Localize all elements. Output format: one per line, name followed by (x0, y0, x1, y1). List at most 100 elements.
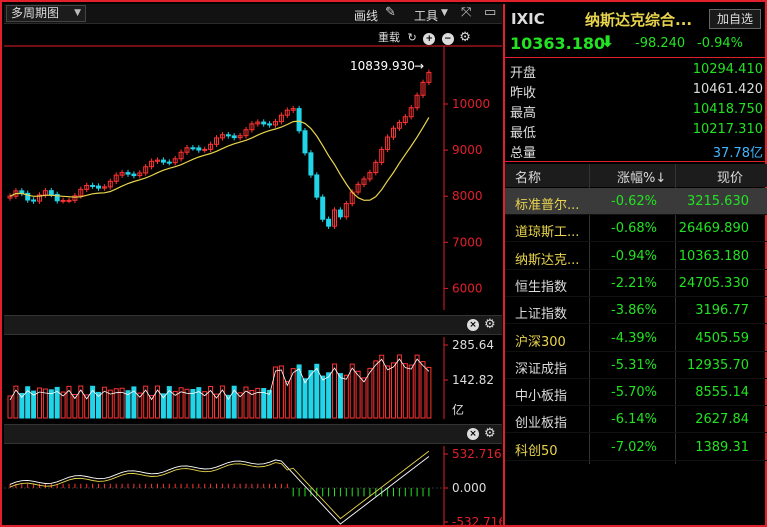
volume-gear-icon[interactable]: ⚙ (484, 317, 496, 332)
volume-bar (219, 385, 225, 419)
volume-y-axis: 285.64 142.82 亿 (444, 338, 494, 417)
price-change-pct: -0.94% (697, 36, 743, 51)
volume-bar (332, 363, 337, 419)
table-row[interactable]: 科创50 -7.02% 1389.31 (505, 434, 767, 461)
volume-bar (343, 374, 349, 419)
volume-bar (314, 363, 320, 419)
volume-bar (78, 385, 84, 419)
row-name: 深证成指 (515, 361, 568, 377)
volume-bar (320, 375, 326, 419)
candle-body (314, 174, 320, 198)
index-name: 纳斯达克综合... (585, 11, 693, 29)
table-row[interactable]: 沪深300 -4.39% 4505.59 (505, 325, 767, 352)
down-arrow-icon: ⬇ (601, 32, 615, 51)
candle-body (261, 121, 267, 125)
table-row[interactable]: 标准普尔... -0.62% 3215.630 (505, 188, 767, 215)
stat-value: 10217.310 (692, 122, 763, 137)
row-pct: -2.21% (611, 275, 657, 291)
volume-bar (326, 372, 332, 419)
stat-row: 总量 37.78亿 (505, 140, 767, 161)
stat-row: 最低 10217.310 (505, 120, 767, 141)
volume-bar (302, 378, 308, 419)
volume-bar (66, 385, 72, 419)
volume-bar (284, 381, 290, 419)
row-price: 10363.180 (678, 248, 749, 264)
row-name: 恒生指数 (515, 279, 568, 295)
row-price: 2627.84 (695, 412, 749, 428)
y-tick-label: -532.716 (452, 515, 502, 527)
macd-panel-header: × ⚙ (4, 424, 502, 444)
candle-body (308, 152, 314, 176)
col-header-price[interactable]: 现价 (717, 167, 743, 186)
volume-bar (308, 370, 314, 419)
table-row[interactable]: 中小板指 -5.70% 8555.14 (505, 379, 767, 407)
table-row[interactable]: 上证指数 -3.86% 3196.77 (505, 297, 767, 325)
row-pct: -4.39% (611, 330, 657, 346)
macd-dea-line (9, 450, 430, 520)
stat-row: 开盘 10294.410 (505, 60, 767, 81)
macd-y-axis: 532.716 0.000 -532.716 (444, 447, 502, 527)
y-tick-label: 10000 (452, 97, 490, 111)
row-price: 24705.330 (678, 275, 749, 291)
close-volume-icon[interactable]: × (467, 319, 479, 331)
stat-label: 开盘 (510, 66, 537, 81)
macd-gear-icon[interactable]: ⚙ (484, 426, 496, 441)
row-pct: -5.31% (611, 357, 657, 373)
table-row[interactable]: 恒生指数 -2.21% 24705.330 (505, 270, 767, 297)
y-tick-label: 6000 (452, 281, 483, 295)
col-header-name[interactable]: 名称 (515, 167, 541, 186)
y-tick-label: 532.716 (452, 447, 502, 461)
volume-bar (408, 364, 414, 419)
row-name: 道琼斯工... (515, 225, 580, 241)
candle-body (125, 172, 131, 175)
close-macd-icon[interactable]: × (467, 428, 479, 440)
candle-body (48, 190, 54, 195)
high-price-label: 10839.930 (350, 59, 415, 73)
candle-body (320, 196, 326, 220)
table-row[interactable]: 道琼斯工... -0.68% 26469.890 (505, 215, 767, 243)
row-price: 4505.59 (695, 330, 749, 346)
chart-area: 多周期图 ▼ 画线 ✎ 工具 ▼ ⤧ ▭ 重载 ↻ + − ⚙ 10000 900… (4, 4, 502, 527)
y-tick-label: 8000 (452, 189, 483, 203)
volume-bar (426, 366, 432, 419)
candle-body (166, 161, 172, 164)
candlestick-series (7, 69, 432, 229)
row-price: 3215.630 (686, 194, 749, 209)
y-tick-label: 7000 (452, 235, 483, 249)
moving-average-line (9, 117, 430, 201)
stat-label: 最高 (510, 106, 537, 121)
y-tick-label: 9000 (452, 143, 483, 157)
candle-body (202, 148, 208, 151)
table-row[interactable]: 深证成指 -5.31% 12935.70 (505, 352, 767, 379)
stat-row: 昨收 10461.420 (505, 80, 767, 101)
volume-bar (414, 354, 420, 419)
volume-bar (402, 363, 408, 419)
y-tick-label: 142.82 (452, 373, 494, 387)
stat-value: 10461.420 (692, 82, 763, 97)
volume-bar (349, 363, 355, 419)
main-y-axis: 10000 9000 8000 7000 6000 (444, 97, 490, 295)
candle-body (302, 130, 308, 154)
table-row[interactable]: 创业板指 -6.14% 2627.84 (505, 406, 767, 434)
volume-bar (391, 362, 396, 419)
table-row[interactable]: 纳斯达克... -0.94% 10363.180 (505, 243, 767, 270)
row-pct: -5.70% (611, 385, 657, 401)
volume-bar (361, 377, 367, 419)
stat-value: 37.78亿 (712, 146, 763, 161)
add-watchlist-button[interactable]: 加自选 (709, 9, 761, 29)
candle-body (326, 218, 332, 227)
row-pct: -0.94% (611, 248, 657, 264)
stat-value: 10294.410 (692, 62, 763, 77)
row-price: 1389.31 (695, 439, 749, 455)
volume-bar (273, 366, 278, 419)
row-name: 标准普尔... (515, 198, 580, 213)
macd-dif-line (9, 456, 430, 525)
index-code: IXIC (511, 10, 545, 28)
candle-body (96, 185, 101, 189)
row-pct: -0.62% (611, 194, 657, 209)
row-pct: -0.68% (611, 221, 657, 237)
volume-bar (373, 360, 379, 419)
stat-label: 总量 (510, 146, 537, 161)
row-pct: -6.14% (611, 412, 657, 428)
col-header-pct[interactable]: 涨幅%↓ (617, 167, 666, 186)
